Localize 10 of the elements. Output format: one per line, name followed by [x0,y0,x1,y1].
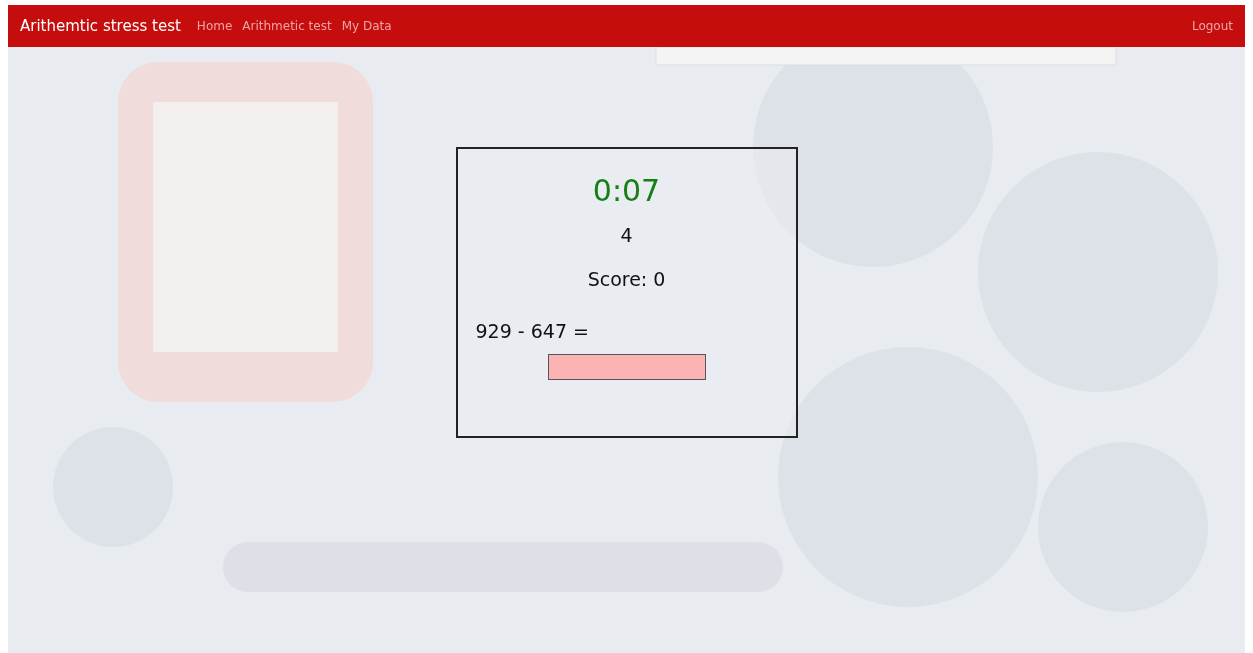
score-text: Score: 0 [587,268,666,290]
countdown-text: 4 [620,224,633,246]
nav-link[interactable]: My Data [341,19,392,33]
logout-link[interactable]: Logout [1191,19,1233,33]
problem-text: 929 - 647 = [475,320,589,342]
brand-link[interactable]: Arithemtic stress test [20,17,181,35]
nav-link[interactable]: Arithmetic test [242,19,332,33]
timer-text: 0:07 [592,173,661,208]
nav-link[interactable]: Home [196,19,233,33]
answer-field[interactable] [547,354,706,380]
